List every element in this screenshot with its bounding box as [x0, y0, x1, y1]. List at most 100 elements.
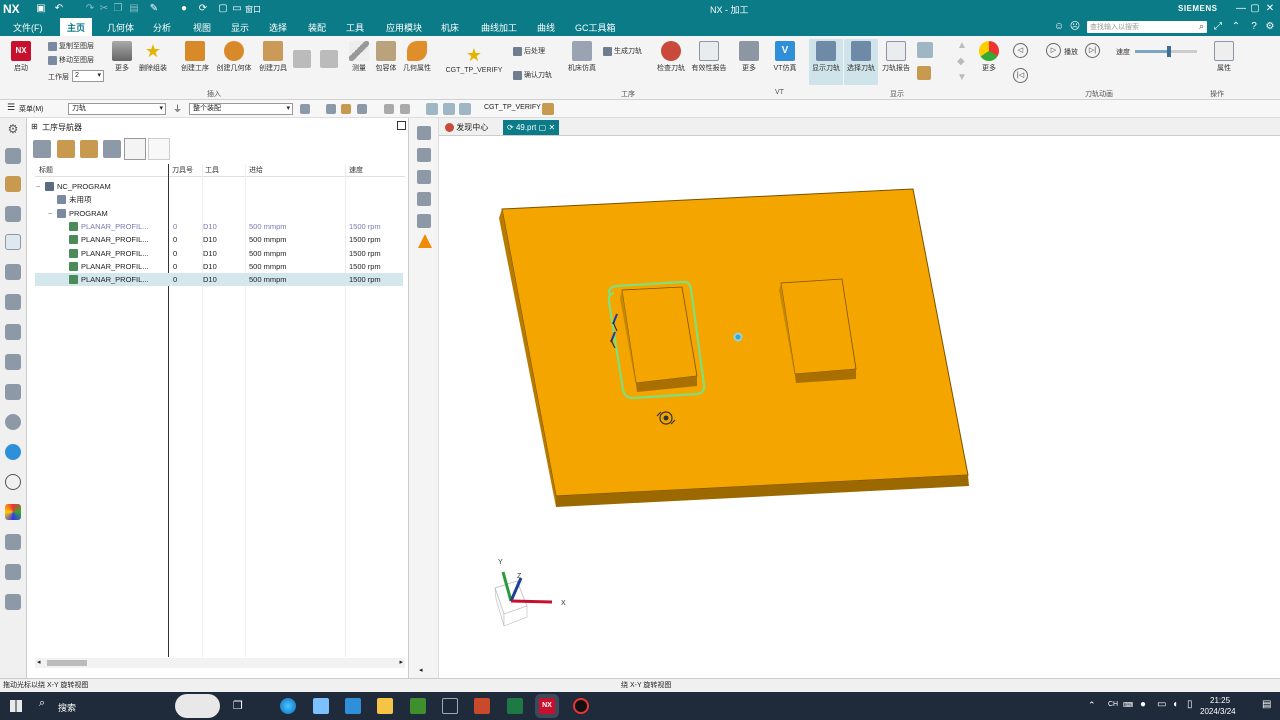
- check-tool-button[interactable]: 检查刀轨: [655, 41, 687, 73]
- maximize-ribbon-icon[interactable]: ⤢: [1212, 21, 1224, 33]
- measure-button[interactable]: 测量: [347, 41, 371, 73]
- col-feed[interactable]: 进给: [249, 165, 263, 175]
- menu-button[interactable]: 菜单(M): [19, 104, 44, 114]
- task-view-icon[interactable]: ❐: [233, 699, 243, 712]
- nav-mid-icon[interactable]: ◆: [957, 56, 965, 67]
- palette-icon[interactable]: [5, 504, 21, 520]
- more-display-button[interactable]: 更多: [977, 41, 1001, 73]
- clock-time[interactable]: 21:25: [1210, 696, 1230, 705]
- redo-icon[interactable]: ↷: [84, 3, 96, 15]
- speed-slider-thumb[interactable]: [1167, 46, 1172, 57]
- delete-group-button[interactable]: ★ 删除组装: [138, 41, 168, 73]
- search-icon[interactable]: ⌕: [1199, 21, 1204, 32]
- view-geometry-icon[interactable]: [80, 140, 98, 158]
- workpiece-plate[interactable]: [499, 188, 969, 507]
- operation-row[interactable]: PLANAR_PROFIL... 0 D10 500 mmpm 1500 rpm: [35, 273, 403, 287]
- machine-navigator-icon[interactable]: [5, 264, 21, 280]
- window-icon[interactable]: ▢: [217, 3, 229, 15]
- tools-icon[interactable]: [5, 564, 21, 580]
- store-icon[interactable]: [313, 698, 329, 714]
- confirm-tool-button[interactable]: 确认刀轨: [513, 70, 552, 80]
- powerpoint-icon[interactable]: [474, 698, 490, 714]
- frown-icon[interactable]: ☹: [1069, 21, 1081, 33]
- close-tab-icon[interactable]: ✕: [548, 123, 555, 132]
- snap-icon-5[interactable]: [384, 104, 394, 114]
- tree-node[interactable]: − NC_PROGRAM: [35, 180, 403, 193]
- display-eye-icon[interactable]: [917, 42, 933, 60]
- menu-home[interactable]: 主页: [60, 18, 93, 36]
- type-filter-select[interactable]: 刀轨 ▾: [68, 103, 166, 115]
- more-layers-button[interactable]: 更多: [110, 41, 134, 73]
- assembly-navigator-icon[interactable]: [5, 176, 21, 192]
- create-tool-button[interactable]: 创建刀具: [257, 41, 289, 73]
- help-icon[interactable]: ?: [1248, 21, 1260, 33]
- navigator-pin-icon[interactable]: ⊞: [31, 122, 38, 131]
- notification-icon[interactable]: ▤: [1262, 699, 1271, 710]
- scope-select[interactable]: 整个装配 ▾: [189, 103, 293, 115]
- scroll-right-icon[interactable]: ▸: [399, 658, 403, 666]
- tray-chevron-icon[interactable]: ⌃: [1088, 700, 1096, 711]
- window-switch-icon[interactable]: ▭: [231, 3, 243, 15]
- menu-curve-machining[interactable]: 曲线加工: [481, 21, 517, 34]
- vt-sim-button[interactable]: V VT仿真: [771, 41, 799, 73]
- menu-assembly[interactable]: 装配: [308, 21, 326, 34]
- horizontal-scrollbar[interactable]: ◂ ▸: [35, 658, 405, 668]
- input-language[interactable]: CH: [1108, 701, 1118, 708]
- explorer-icon[interactable]: [377, 698, 393, 714]
- clock-date[interactable]: 2024/3/24: [1200, 707, 1236, 716]
- measure-tool-icon[interactable]: [5, 534, 21, 550]
- close-icon[interactable]: ✕: [1264, 3, 1276, 15]
- select-path-button[interactable]: 选择刀轨: [844, 39, 878, 85]
- clock-icon[interactable]: [5, 474, 21, 490]
- graphics-window[interactable]: Y Z X: [439, 136, 1280, 678]
- feature-navigator-icon[interactable]: [5, 294, 21, 310]
- tree-node[interactable]: − PROGRAM: [35, 207, 403, 220]
- menu-view[interactable]: 视图: [193, 21, 211, 34]
- menu-geometry[interactable]: 几何体: [107, 21, 134, 34]
- postprocess-button[interactable]: 后处理: [513, 46, 545, 56]
- tool-d-icon[interactable]: [417, 192, 431, 206]
- taskbar-search-icon[interactable]: ⌕: [39, 697, 45, 710]
- path-report-button[interactable]: 刀轨报告: [879, 41, 913, 73]
- roles-icon[interactable]: [5, 354, 21, 370]
- mic-tray-icon[interactable]: ●: [1140, 699, 1146, 710]
- nav-down-icon[interactable]: ▼: [957, 72, 967, 83]
- undo-icon[interactable]: ↶: [53, 3, 65, 15]
- menu-curve[interactable]: 曲线: [537, 21, 555, 34]
- recorder-icon[interactable]: [573, 698, 589, 714]
- mail-icon[interactable]: [345, 698, 361, 714]
- tab-discovery[interactable]: 发现中心: [441, 120, 492, 135]
- menu-icon[interactable]: ☰: [7, 102, 15, 113]
- operation-row[interactable]: PLANAR_PROFIL... 0 D10 500 mmpm 1500 rpm: [35, 260, 403, 273]
- more-operation-button[interactable]: 更多: [737, 41, 761, 73]
- rewind-icon[interactable]: |◁: [1013, 68, 1028, 83]
- ime-icon[interactable]: ⌨: [1123, 701, 1133, 709]
- menu-file[interactable]: 文件(F): [13, 21, 43, 34]
- menu-display[interactable]: 显示: [231, 21, 249, 34]
- machine-sim-button[interactable]: 机床仿真: [566, 41, 598, 73]
- snap-icon-1[interactable]: [300, 104, 310, 114]
- view-method-icon[interactable]: [103, 140, 121, 158]
- tree-node[interactable]: 未用项: [35, 193, 403, 206]
- reuse-library-icon[interactable]: [5, 206, 21, 222]
- create-geometry-button[interactable]: 创建几何体: [215, 41, 253, 73]
- command-search[interactable]: 查找输入以搜索 ⌕: [1087, 21, 1207, 33]
- tab-menu-icon[interactable]: ▢: [539, 123, 547, 132]
- scrollbar-thumb[interactable]: [47, 660, 87, 666]
- menu-tools[interactable]: 工具: [346, 21, 364, 34]
- model-view[interactable]: Y Z X: [439, 136, 1280, 678]
- move-to-layer-button[interactable]: 移动至图层: [48, 55, 94, 65]
- geometry-props-button[interactable]: 几何属性: [401, 41, 433, 73]
- menu-analysis[interactable]: 分析: [153, 21, 171, 34]
- nx-logo[interactable]: NX: [3, 2, 20, 16]
- play-label[interactable]: 播放: [1064, 47, 1078, 57]
- nav-up-icon[interactable]: ▲: [957, 40, 967, 51]
- tool-a-icon[interactable]: [417, 126, 431, 140]
- view-eye-icon-2[interactable]: [443, 103, 455, 115]
- plate-top-face[interactable]: [501, 188, 969, 497]
- operation-navigator-icon[interactable]: [5, 234, 21, 250]
- create-program-button[interactable]: 创建工序: [178, 41, 212, 73]
- restore-icon[interactable]: ▢: [1249, 3, 1261, 15]
- snap-icon-2[interactable]: [326, 104, 336, 114]
- minecraft-icon[interactable]: [410, 698, 426, 714]
